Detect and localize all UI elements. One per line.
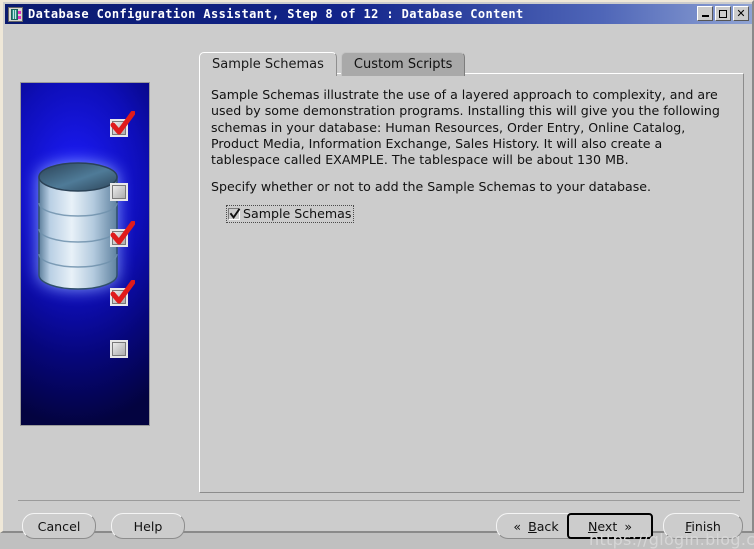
maximize-icon — [719, 9, 727, 18]
red-check-icon — [110, 111, 135, 135]
minimize-button[interactable] — [697, 6, 713, 21]
tab-sample-schemas-label: Sample Schemas — [212, 57, 324, 72]
next-button-label: Next — [587, 518, 618, 534]
window-title: Database Configuration Assistant, Step 8… — [28, 7, 524, 21]
minimize-icon — [701, 15, 709, 17]
sidebar-marker-checked — [110, 221, 135, 249]
next-button[interactable]: Next » — [567, 513, 653, 539]
checkbox-label: Sample Schemas — [243, 206, 352, 221]
separator — [18, 500, 740, 501]
red-check-icon — [110, 221, 135, 245]
chevron-double-right-icon: » — [624, 518, 633, 534]
sample-schemas-checkbox[interactable]: Sample Schemas — [226, 205, 355, 223]
chevron-double-left-icon: « — [513, 518, 522, 534]
description-paragraph: Sample Schemas illustrate the use of a l… — [211, 87, 720, 168]
cancel-button[interactable]: Cancel — [22, 513, 96, 539]
cancel-button-label: Cancel — [37, 518, 81, 534]
close-button[interactable]: ✕ — [733, 6, 749, 21]
finish-button-label: Finish — [685, 518, 721, 534]
sidebar-marker-checked — [110, 280, 135, 308]
navigation-button-group: « Back Next » — [496, 513, 653, 539]
maximize-button[interactable] — [715, 6, 731, 21]
instruction-paragraph: Specify whether or not to add the Sample… — [211, 179, 652, 194]
red-check-icon — [110, 280, 135, 304]
sidebar-marker-checked — [110, 111, 135, 139]
close-icon: ✕ — [736, 7, 746, 20]
application-window: Database Configuration Assistant, Step 8… — [0, 0, 754, 549]
sidebar-marker-unchecked — [110, 183, 130, 203]
help-button[interactable]: Help — [111, 513, 185, 539]
back-button[interactable]: « Back — [497, 514, 575, 538]
window-controls: ✕ — [697, 6, 749, 21]
sidebar-illustration — [20, 82, 150, 426]
sidebar-marker-unchecked — [110, 340, 130, 360]
window-content: Sample Schemas Custom Scripts Sample Sch… — [6, 26, 754, 549]
checkbox-box[interactable] — [228, 208, 241, 220]
tab-custom-scripts[interactable]: Custom Scripts — [340, 52, 466, 76]
back-button-label: Back — [528, 518, 559, 534]
tab-bar: Sample Schemas Custom Scripts — [199, 50, 466, 76]
database-server-icon — [8, 6, 23, 22]
help-button-label: Help — [133, 518, 163, 534]
title-bar: Database Configuration Assistant, Step 8… — [5, 4, 752, 24]
database-cylinder-icon — [38, 162, 118, 290]
finish-button[interactable]: Finish — [663, 513, 743, 539]
tab-custom-scripts-label: Custom Scripts — [353, 57, 453, 72]
tab-panel-sample-schemas: Sample Schemas illustrate the use of a l… — [199, 73, 744, 493]
tab-sample-schemas[interactable]: Sample Schemas — [199, 52, 337, 76]
checkmark-icon — [229, 208, 241, 220]
